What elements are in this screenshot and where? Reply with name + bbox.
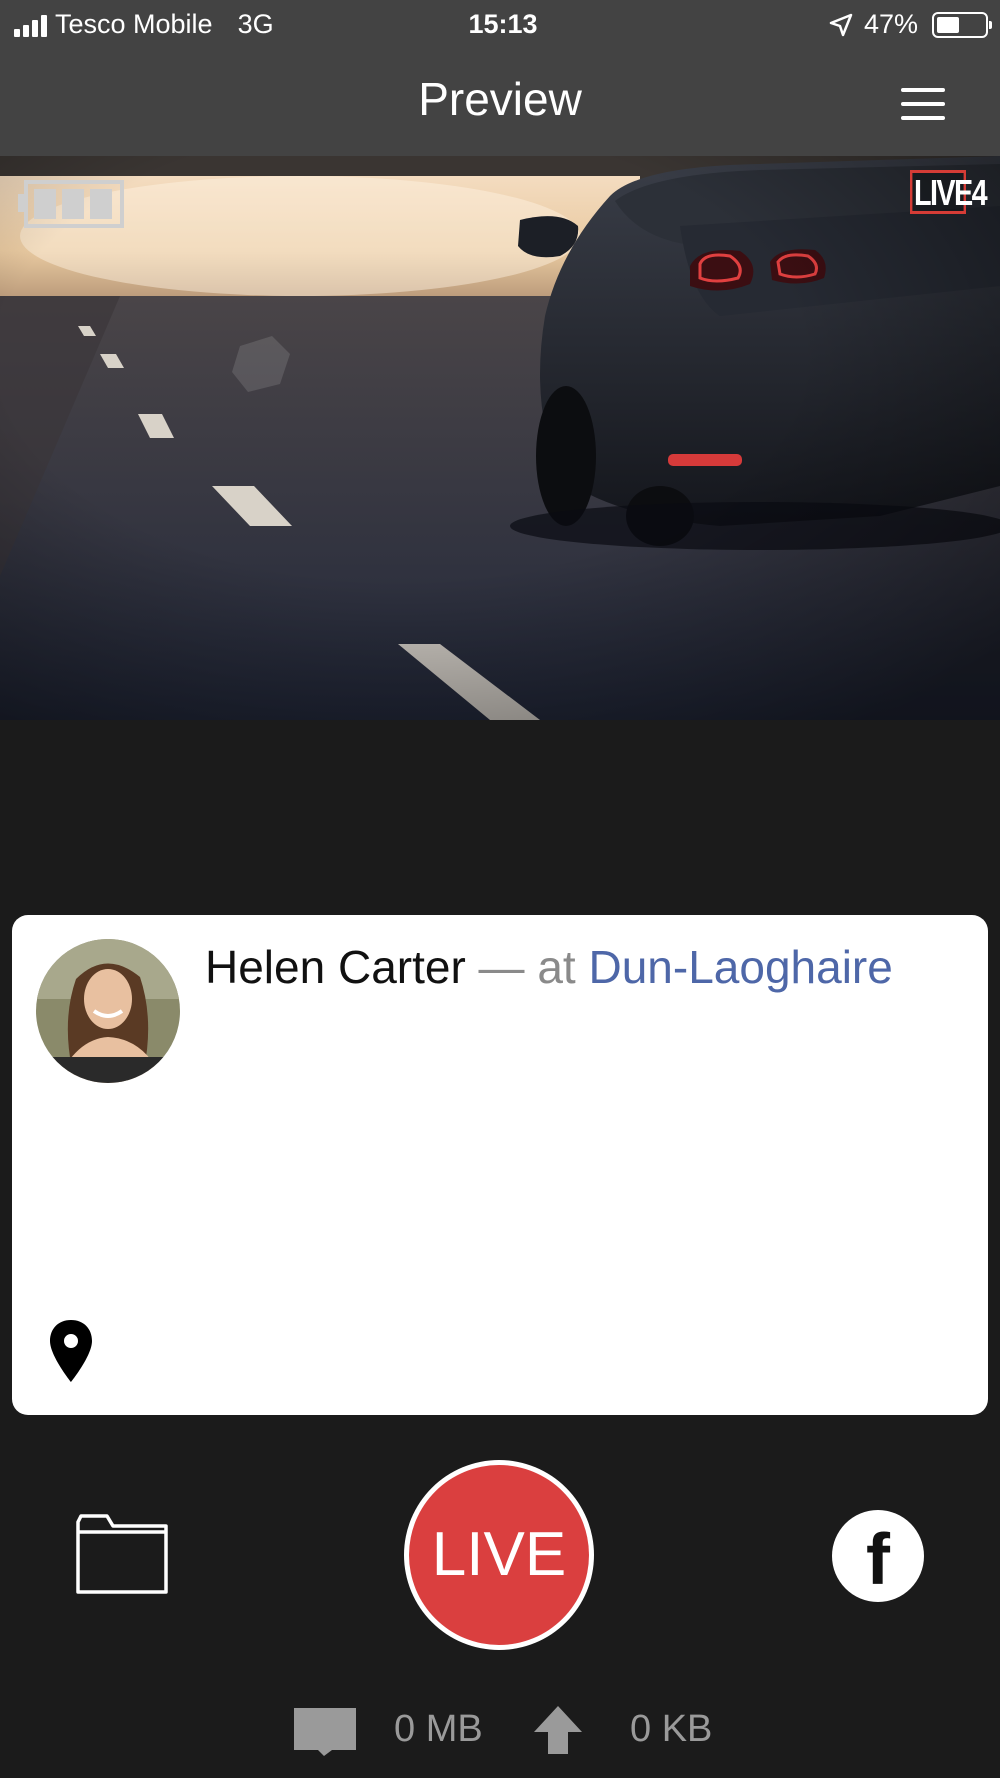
preview-image (0, 156, 1000, 720)
live4-logo: LIVE4 (910, 170, 988, 214)
camera-battery-icon (18, 180, 124, 228)
at-separator: — at (465, 941, 589, 993)
upload-arrow-icon (534, 1706, 582, 1754)
stats-bar: 0 MB 0 KB (0, 1700, 1000, 1760)
battery-icon (932, 11, 992, 38)
avatar[interactable] (36, 939, 180, 1083)
status-bar: Tesco Mobile 3G 15:13 47% (0, 0, 1000, 52)
folder-icon[interactable] (75, 1512, 169, 1596)
facebook-button[interactable]: f (832, 1510, 924, 1602)
battery-percent: 47% (863, 9, 918, 39)
go-live-label: LIVE (409, 1465, 589, 1645)
location-arrow-icon (829, 13, 853, 36)
post-headline: Helen Carter — at Dun-Laoghaire (205, 940, 893, 994)
status-right: 47% (828, 9, 992, 40)
post-card[interactable]: Helen Carter — at Dun-Laoghaire (12, 915, 988, 1415)
map-pin-icon[interactable] (48, 1318, 94, 1384)
battery-fill (937, 16, 959, 33)
storage-value: 0 MB (394, 1708, 483, 1750)
hamburger-menu-icon[interactable] (893, 82, 953, 126)
user-name[interactable]: Helen Carter (205, 941, 466, 993)
facebook-icon: f (866, 1520, 890, 1600)
avatar-image (36, 939, 180, 1083)
page-title: Preview (418, 73, 582, 125)
camera-preview[interactable]: LIVE4 (0, 156, 1000, 720)
app-header: Preview (0, 52, 1000, 156)
place-link[interactable]: Dun-Laoghaire (589, 941, 893, 993)
go-live-button[interactable]: LIVE (404, 1460, 594, 1650)
upload-value: 0 KB (630, 1708, 713, 1750)
sd-card-icon (294, 1708, 356, 1756)
